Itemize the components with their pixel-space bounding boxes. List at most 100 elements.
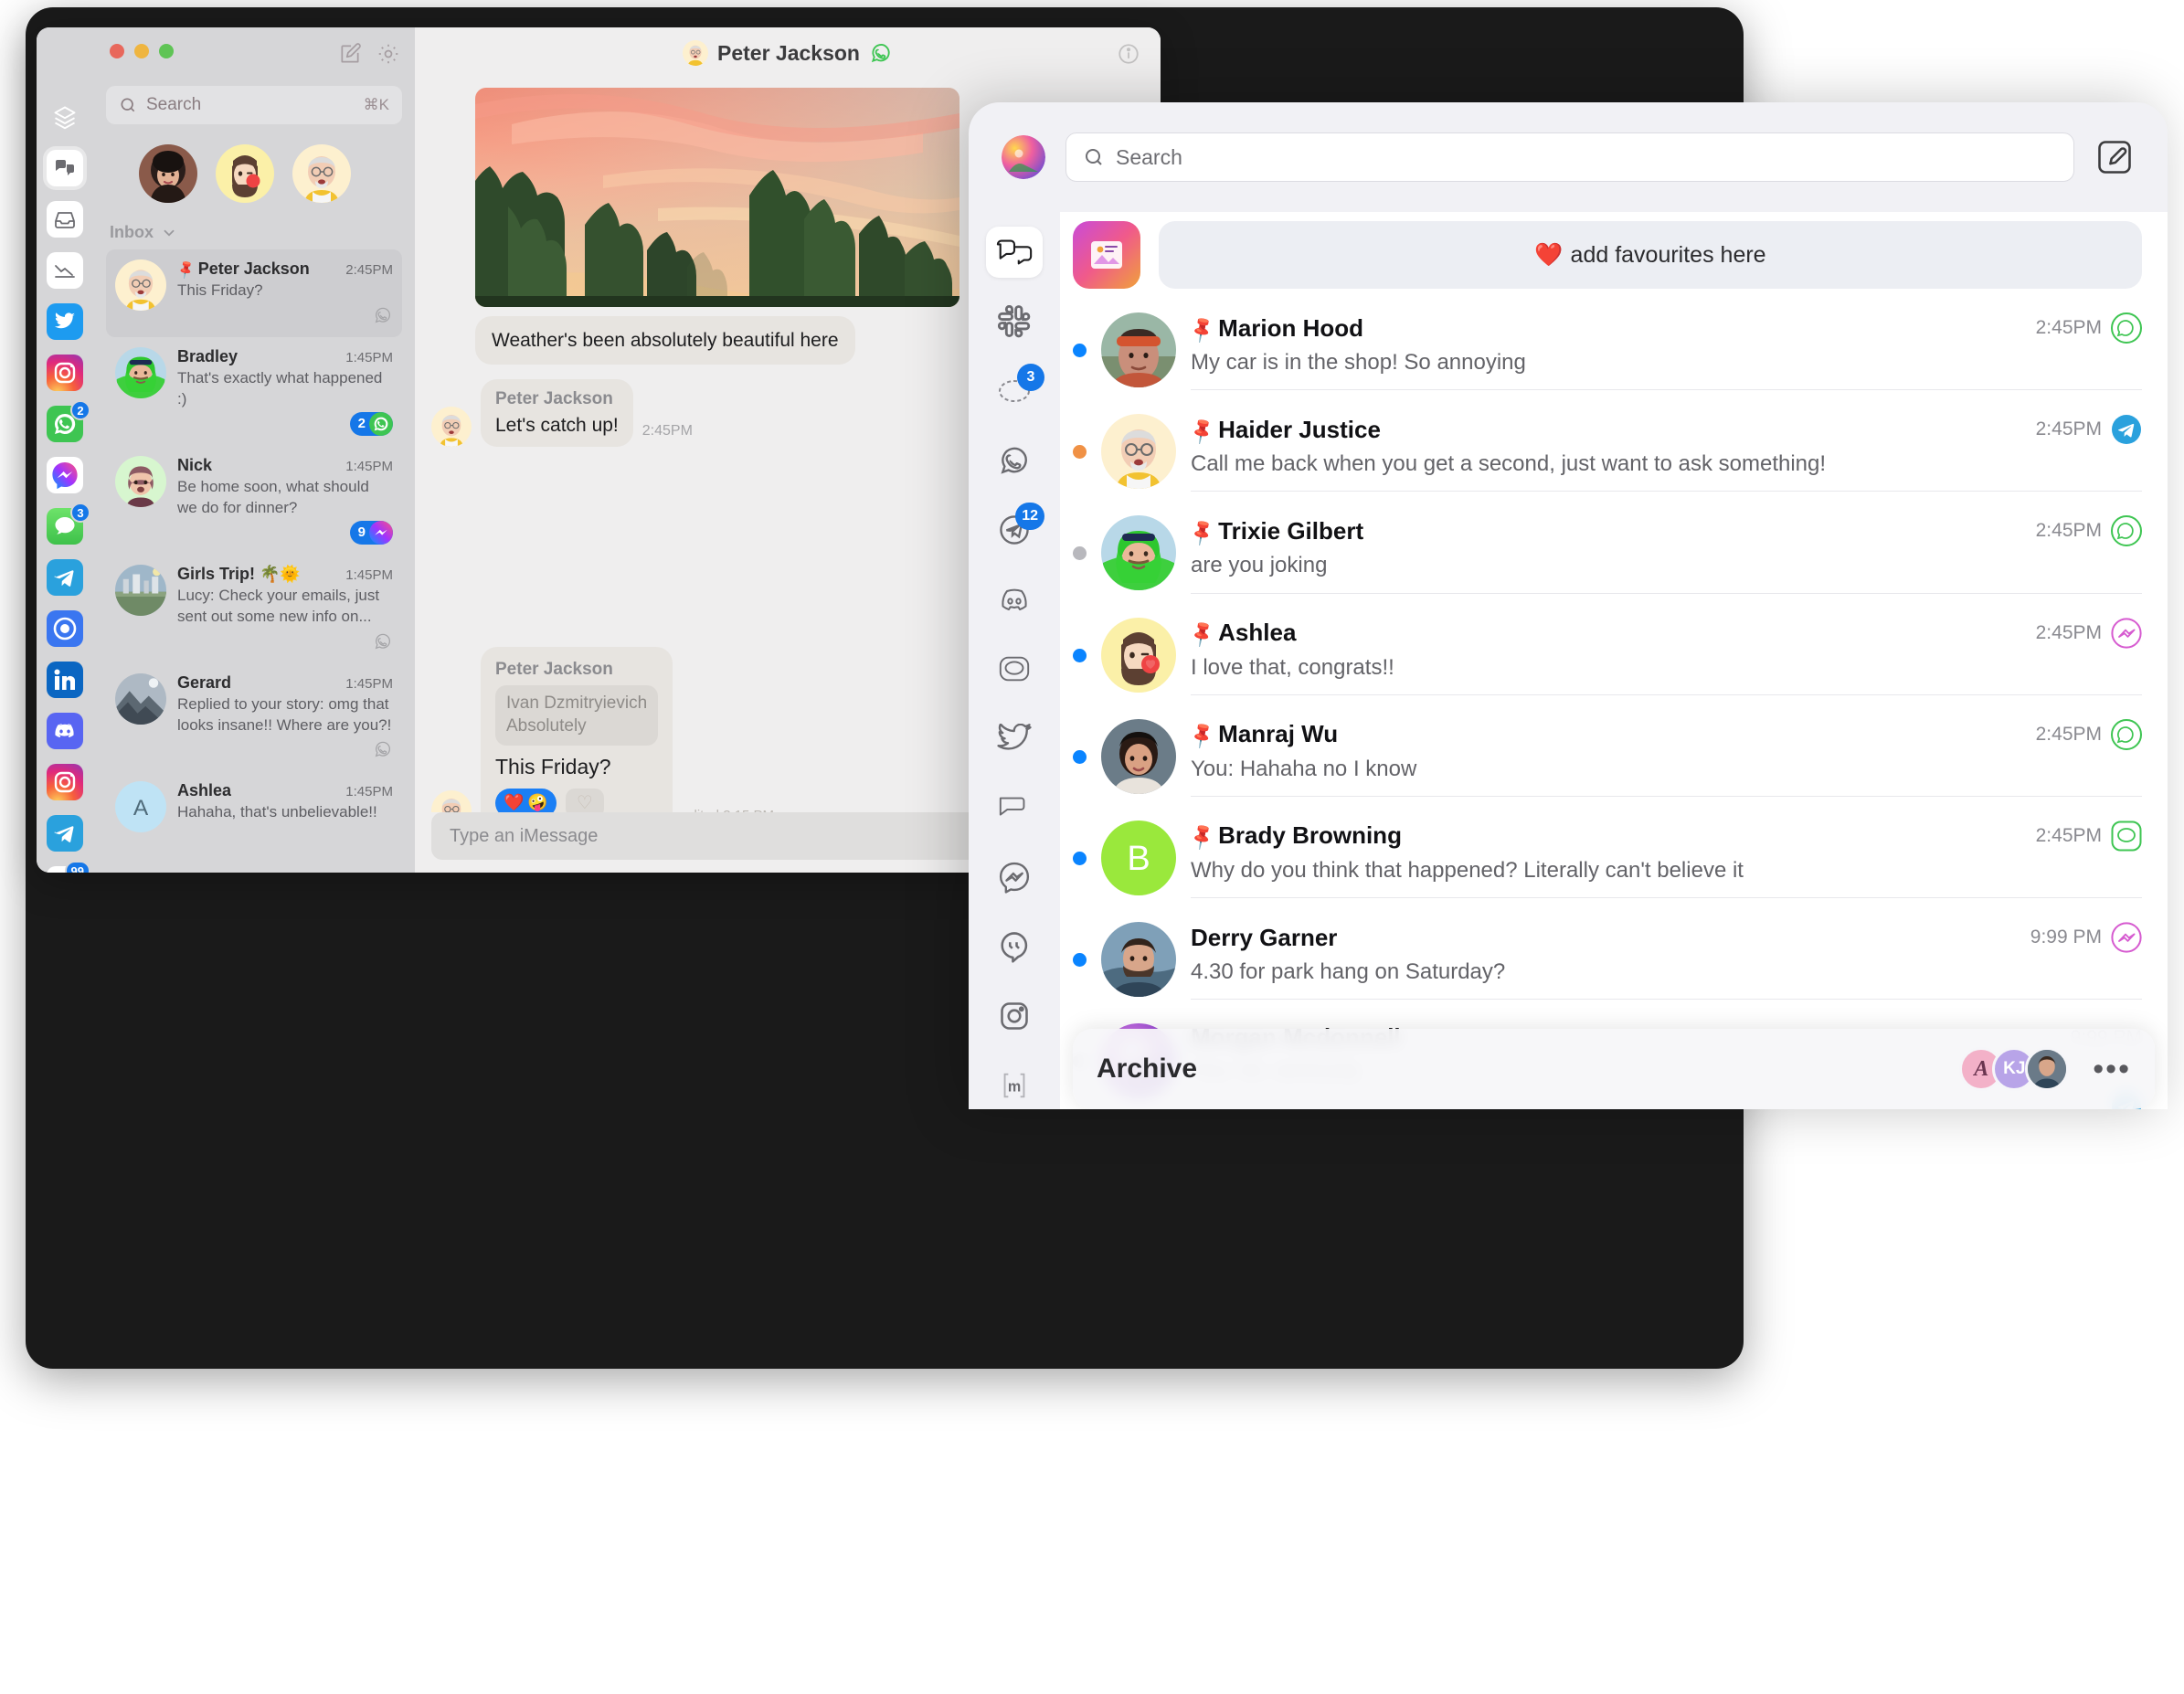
- sidebar-item-imessage[interactable]: 3: [47, 503, 90, 545]
- unread-badge-whatsapp: 2: [349, 411, 393, 436]
- sidebar-item-signal[interactable]: [986, 643, 1043, 694]
- search-icon: [1086, 149, 1102, 165]
- unread-dot: [1073, 445, 1087, 460]
- search-input[interactable]: Search: [1065, 132, 2074, 182]
- sidebar-item-messenger[interactable]: [986, 852, 1043, 903]
- favourites-thumbnail[interactable]: [1073, 221, 1140, 289]
- list-item[interactable]: ♥ 📌Trixie Gilbert 2:45PM are you joking: [1060, 504, 2168, 606]
- sidebar-item-instagram-2[interactable]: [47, 764, 83, 800]
- sidebar-item-telegram[interactable]: 12: [986, 503, 1044, 556]
- conversation-preview: Hahaha, that's unbelievable!!: [177, 803, 377, 821]
- sidebar-item-telegram[interactable]: [47, 559, 83, 596]
- sidebar-item-twitter[interactable]: [986, 713, 1043, 764]
- conversation-row-peter-jackson[interactable]: ♥ 📌Peter Jackson 2:45PM This Friday?: [106, 249, 402, 337]
- sidebar-item-inbox-tray[interactable]: [47, 201, 83, 238]
- list-item[interactable]: ♥ 📌Manraj Wu 2:45PM You: Hahaha no I kno…: [1060, 708, 2168, 810]
- sidebar-item-messages[interactable]: [986, 227, 1043, 278]
- conversation-name: Manraj Wu: [1218, 720, 1339, 748]
- avatar: [115, 455, 166, 507]
- layers-icon[interactable]: [47, 99, 83, 135]
- reaction-pill[interactable]: ❤️ 🤪: [495, 788, 557, 812]
- whatsapp-icon: [2111, 515, 2142, 547]
- sidebar-item-twitter[interactable]: [47, 303, 83, 340]
- sidebar-item-imessage[interactable]: [986, 782, 1043, 833]
- conversation-time: 2:45PM: [2035, 723, 2102, 745]
- avatar[interactable]: [139, 144, 197, 203]
- conversation-preview: Replied to your story: omg that looks in…: [177, 694, 392, 734]
- more-options-icon[interactable]: •••: [2093, 1052, 2131, 1087]
- list-item[interactable]: B ♥ 📌Brady Browning 2:45PM Why do you th…: [1060, 810, 2168, 911]
- svg-text:m: m: [1008, 1079, 1021, 1096]
- sidebar-item-mastodon[interactable]: m: [986, 1060, 1043, 1109]
- conversation-name: Nick: [177, 455, 213, 474]
- conversation-time: 9:99 PM: [2030, 926, 2102, 948]
- pane-toolbar: [338, 42, 400, 66]
- photo-message[interactable]: [475, 88, 959, 307]
- search-icon: [121, 98, 135, 112]
- heart-icon: ♥: [1165, 772, 1176, 794]
- compose-icon[interactable]: [2094, 137, 2135, 177]
- conversation-row-girls-trip[interactable]: Girls Trip! 🌴🌞 1:45PM Lucy: Check your e…: [106, 555, 402, 663]
- sidebar-item-slack[interactable]: [986, 296, 1043, 347]
- whatsapp-icon: [375, 742, 391, 757]
- sidebar-item-slack[interactable]: 99: [47, 861, 90, 873]
- heart-icon: ♥: [1165, 569, 1176, 591]
- list-item[interactable]: ♥ 📌Ashlea 2:45PM I love that, congrats!!: [1060, 607, 2168, 708]
- sidebar-item-whatsapp[interactable]: [986, 435, 1043, 486]
- avatar: [115, 672, 166, 725]
- sidebar-item-messages[interactable]: [47, 150, 83, 186]
- unread-dot: [1073, 546, 1087, 561]
- avatar[interactable]: [216, 144, 274, 203]
- screenshot-root: 2 3 99 Search ⌘K Inbox ♥ 📌Peter Jackson …: [0, 0, 2184, 1694]
- sidebar-item-analytics[interactable]: [47, 252, 83, 289]
- signal-icon: [2111, 821, 2142, 852]
- conversation-preview: This Friday?: [177, 281, 263, 299]
- sidebar-item-messenger[interactable]: [47, 457, 83, 493]
- search-input[interactable]: Search ⌘K: [106, 86, 402, 124]
- conversation-row-bradley[interactable]: Bradley 1:45PM That's exactly what happe…: [106, 337, 402, 446]
- list-item[interactable]: ♥ 📌Marion Hood 2:45PM My car is in the s…: [1060, 302, 2168, 403]
- info-icon[interactable]: [1117, 42, 1140, 66]
- conversation-preview: My car is in the shop! So annoying: [1191, 350, 1526, 375]
- badge-imessage: 3: [70, 503, 90, 523]
- pin-icon: 📌: [177, 259, 198, 279]
- list-item[interactable]: Derry Garner 9:99 PM 4.30 for park hang …: [1060, 911, 2168, 1012]
- archive-bar[interactable]: Archive A KJ •••: [1073, 1029, 2155, 1109]
- conversation-preview: Be home soon, what should we do for dinn…: [177, 477, 369, 516]
- sidebar-item-hangouts[interactable]: [986, 921, 1043, 972]
- sidebar-item-telegram-2[interactable]: [47, 815, 83, 852]
- sidebar-item-linkedin[interactable]: [47, 662, 83, 698]
- avatar[interactable]: [292, 144, 351, 203]
- whatsapp-icon: [369, 411, 393, 436]
- message-bubble-incoming: Weather's been absolutely beautiful here: [475, 316, 855, 365]
- quoted-message: Ivan Dzmitryievich Absolutely: [495, 685, 659, 746]
- avatar: ♥: [1101, 617, 1176, 693]
- sidebar-item-discord[interactable]: [47, 713, 83, 749]
- add-favourites-button[interactable]: ❤️ add favourites here: [1159, 221, 2142, 289]
- gear-icon[interactable]: [376, 42, 400, 66]
- sidebar-item-signal[interactable]: [47, 610, 83, 647]
- zoom-button[interactable]: [159, 44, 174, 58]
- heart-icon: ♥: [1165, 468, 1176, 490]
- whatsapp-icon: [871, 44, 890, 63]
- message-bubble-reply: Peter Jackson Ivan Dzmitryievich Absolut…: [481, 647, 673, 812]
- add-reaction-button[interactable]: ♡: [565, 788, 604, 812]
- conversation-row-gerard[interactable]: Gerard 1:45PM Replied to your story: omg…: [106, 663, 402, 772]
- edited-label: edited 3:15 PM: [682, 808, 774, 812]
- sidebar-item-discord[interactable]: [986, 574, 1043, 625]
- conversation-time: 2:45PM: [2035, 621, 2102, 643]
- compose-icon[interactable]: [338, 42, 362, 66]
- pin-icon: 📌: [1191, 822, 1219, 851]
- avatar: [431, 789, 472, 812]
- minimize-button[interactable]: [134, 44, 149, 58]
- list-item[interactable]: ♥ 📌Haider Justice 2:45PM Call me back wh…: [1060, 403, 2168, 504]
- sidebar-item-instagram[interactable]: [47, 355, 83, 391]
- conversation-row-ashlea[interactable]: A Ashlea 1:45PM Hahaha, that's unbelieva…: [106, 771, 402, 844]
- close-button[interactable]: [110, 44, 124, 58]
- conversation-row-nick[interactable]: Nick 1:45PM Be home soon, what should we…: [106, 446, 402, 555]
- sidebar-item-whatsapp[interactable]: 2: [47, 400, 90, 442]
- avatar[interactable]: [1002, 135, 1045, 179]
- sidebar-item-instagram[interactable]: [986, 990, 1043, 1042]
- sidebar-item-snapchat[interactable]: 3: [986, 364, 1044, 417]
- inbox-header[interactable]: Inbox: [110, 223, 402, 242]
